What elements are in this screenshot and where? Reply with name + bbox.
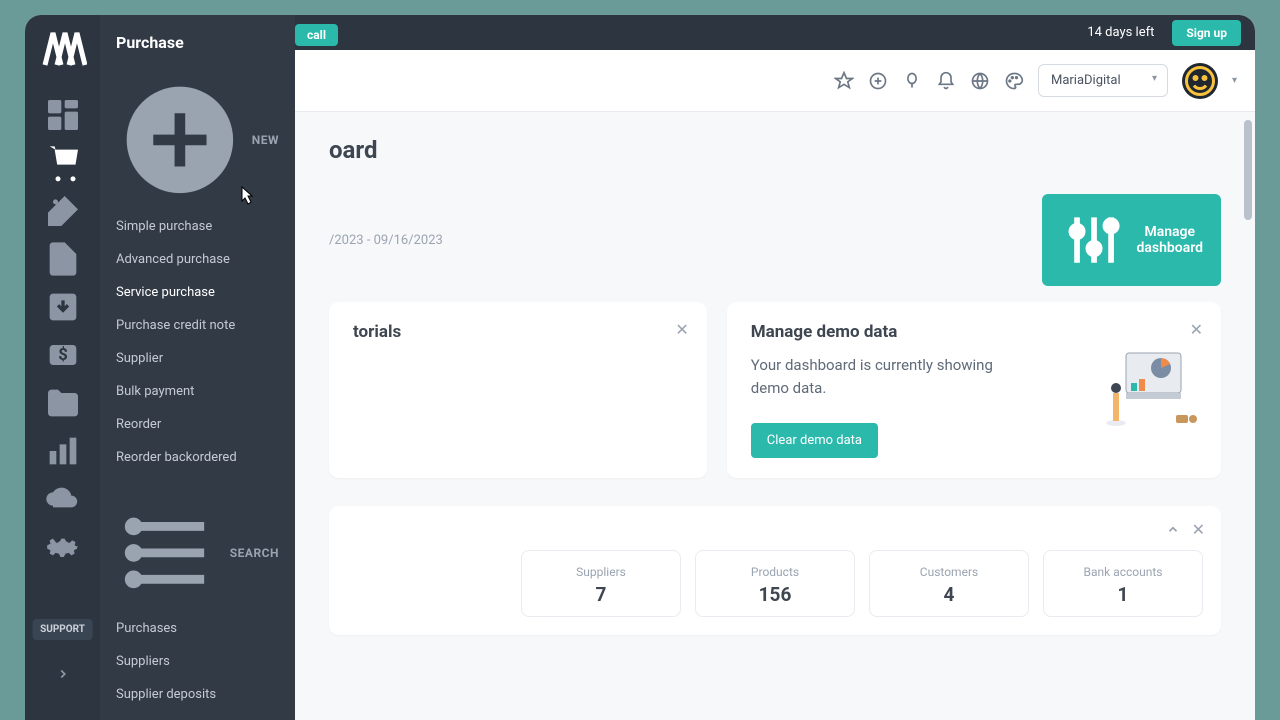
nav-folder-icon[interactable] [43, 383, 83, 423]
flyout-panel: Purchase NEW Simple purchase Advanced pu… [100, 15, 295, 720]
stat-suppliers[interactable]: Suppliers 7 [521, 550, 681, 617]
stat-products[interactable]: Products 156 [695, 550, 855, 617]
tutorials-card: ✕ torials [329, 302, 707, 478]
flyout-item-service-purchase[interactable]: Service purchase [100, 276, 295, 309]
nav-documents-icon[interactable] [43, 239, 83, 279]
icon-rail: $ SUPPORT [25, 15, 100, 720]
plus-circle-icon[interactable] [868, 71, 888, 91]
stats-card: ✕ Suppliers 7 Products 156 Cus [329, 506, 1221, 635]
nav-cloud-icon[interactable] [43, 479, 83, 519]
avatar-caret-icon[interactable]: ▾ [1232, 75, 1237, 86]
demo-card-text: Your dashboard is currently showing demo… [751, 354, 1011, 399]
support-button[interactable]: SUPPORT [32, 619, 93, 640]
palette-icon[interactable] [1004, 71, 1024, 91]
page-title: oard [329, 136, 1221, 164]
nav-money-icon[interactable]: $ [43, 335, 83, 375]
flyout-item-simple-purchase[interactable]: Simple purchase [100, 210, 295, 243]
clear-demo-data-button[interactable]: Clear demo data [751, 423, 878, 458]
demo-card-title: Manage demo data [751, 322, 1197, 342]
tutorials-card-title: torials [353, 322, 683, 342]
content-scroll[interactable]: oard /2023 - 09/16/2023 Manage dashboard… [295, 112, 1255, 720]
flyout-title: Purchase [100, 33, 295, 66]
close-icon[interactable]: ✕ [1190, 320, 1203, 339]
nav-inbox-icon[interactable] [43, 287, 83, 327]
flyout-item-supplier[interactable]: Supplier [100, 342, 295, 375]
bell-icon[interactable] [936, 71, 956, 91]
promo-call-pill[interactable]: call [295, 24, 338, 46]
app-logo [39, 25, 87, 73]
close-icon[interactable]: ✕ [675, 320, 688, 339]
close-icon[interactable]: ✕ [1192, 520, 1205, 539]
globe-icon[interactable] [970, 71, 990, 91]
flyout-item-suppliers[interactable]: Suppliers [100, 645, 295, 678]
manage-dashboard-button[interactable]: Manage dashboard [1042, 194, 1221, 286]
flyout-section-search: SEARCH [100, 490, 295, 612]
signup-button[interactable]: Sign up [1172, 20, 1241, 46]
star-icon[interactable] [834, 71, 854, 91]
flyout-item-reorder[interactable]: Reorder [100, 408, 295, 441]
expand-sidebar-icon[interactable] [56, 666, 70, 685]
nav-reports-icon[interactable] [43, 431, 83, 471]
flyout-item-purchases[interactable]: Purchases [100, 612, 295, 645]
flyout-item-supplier-deposits[interactable]: Supplier deposits [100, 678, 295, 711]
nav-settings-icon[interactable] [43, 527, 83, 567]
stat-bank-accounts[interactable]: Bank accounts 1 [1043, 550, 1203, 617]
scrollbar[interactable] [1241, 112, 1255, 720]
flyout-section-new: NEW [100, 66, 295, 210]
main-area: call 14 days left Sign up MariaDigital ▾… [295, 15, 1255, 720]
stat-customers[interactable]: Customers 4 [869, 550, 1029, 617]
flyout-item-advanced-purchase[interactable]: Advanced purchase [100, 243, 295, 276]
nav-dashboard-icon[interactable] [43, 95, 83, 135]
balloon-icon[interactable] [902, 71, 922, 91]
trial-days-left: 14 days left [1087, 25, 1154, 40]
date-range[interactable]: /2023 - 09/16/2023 [329, 233, 443, 248]
nav-purchase-icon[interactable] [43, 143, 83, 183]
flyout-item-purchase-credit-note[interactable]: Purchase credit note [100, 309, 295, 342]
collapse-icon[interactable] [1166, 520, 1180, 539]
flyout-item-bulk-payment[interactable]: Bulk payment [100, 375, 295, 408]
demo-data-card: ✕ Manage demo data Your dashboard is cur… [727, 302, 1221, 478]
svg-text:$: $ [58, 346, 68, 365]
promo-bar: call 14 days left Sign up [295, 15, 1255, 50]
header-bar: MariaDigital ▾ [295, 50, 1255, 112]
demo-illustration [1101, 343, 1201, 437]
flyout-item-reorder-backordered[interactable]: Reorder backordered [100, 441, 295, 474]
org-selector[interactable]: MariaDigital [1038, 64, 1168, 97]
user-avatar[interactable] [1182, 63, 1218, 99]
nav-sales-icon[interactable] [43, 191, 83, 231]
